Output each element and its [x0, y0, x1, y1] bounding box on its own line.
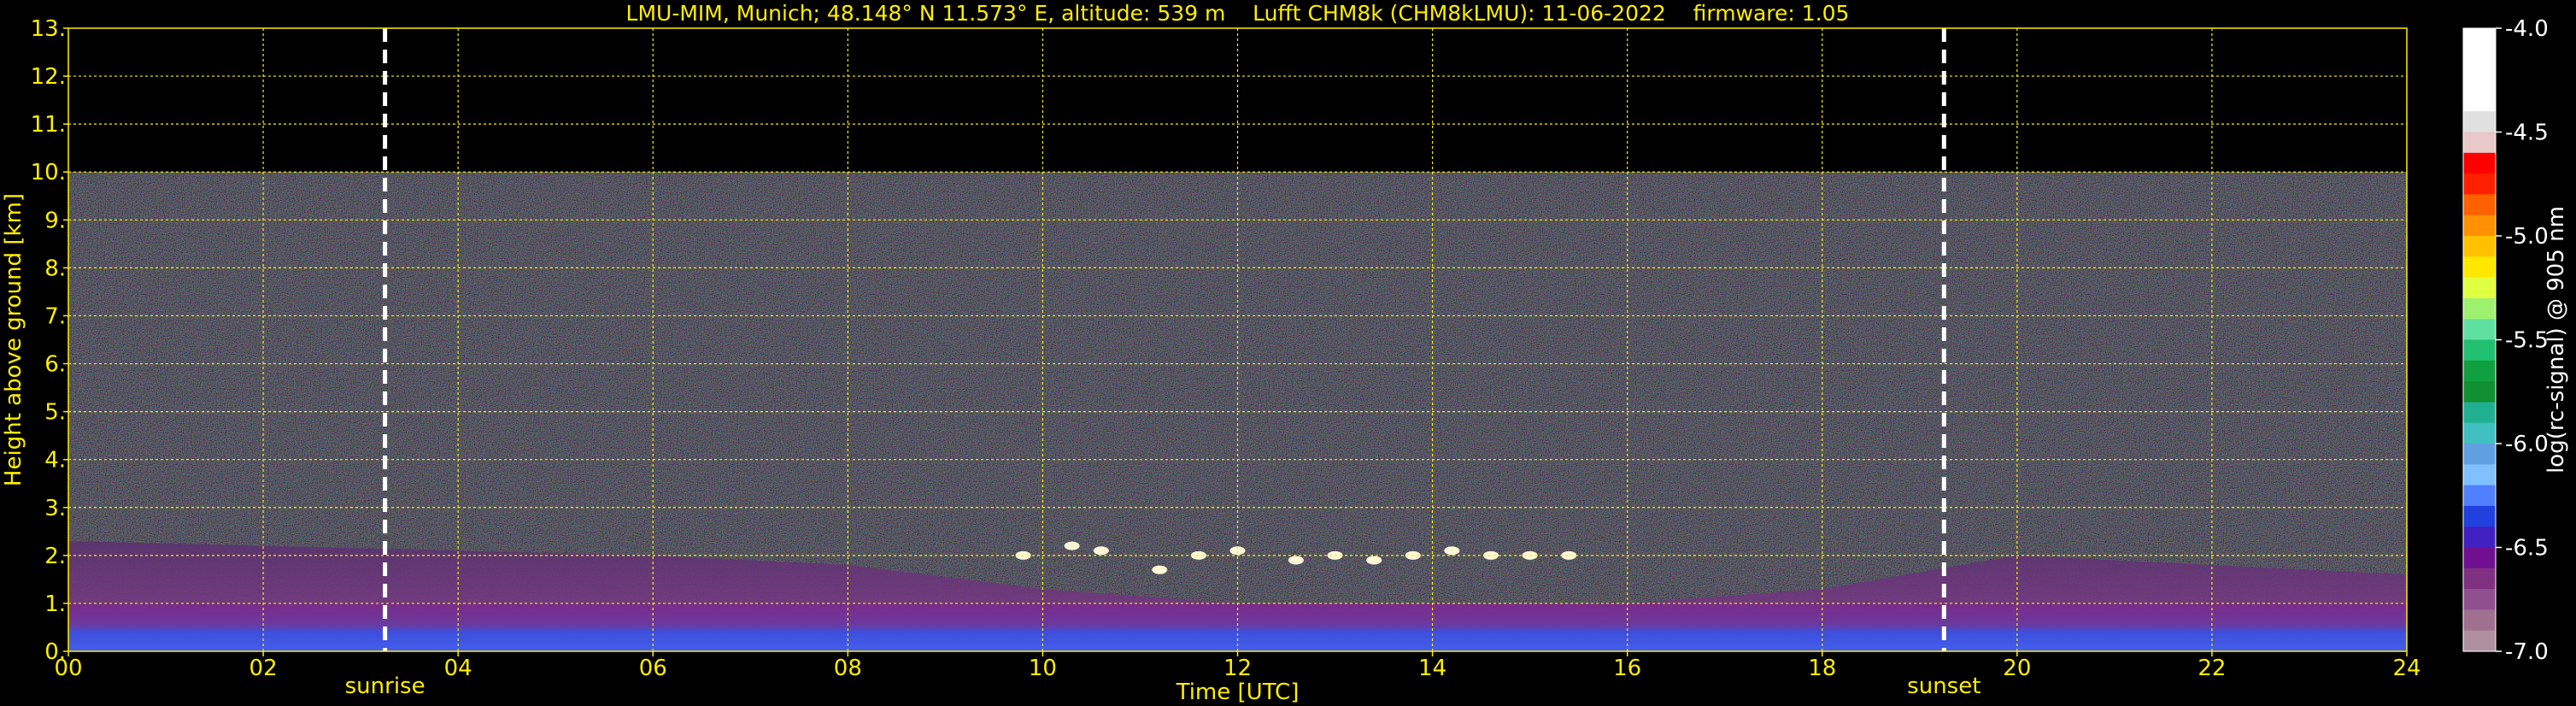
y-tick-label: 13.: [31, 16, 66, 42]
sunrise-label: sunrise: [345, 674, 425, 699]
colorbar-swatch: [2463, 360, 2496, 382]
colorbar-swatch: [2463, 174, 2496, 195]
y-tick-label: 9.: [44, 208, 66, 233]
colorbar-swatch: [2463, 464, 2496, 486]
y-tick-label: 12.: [31, 64, 66, 90]
colorbar-swatch: [2463, 319, 2496, 341]
colorbar-swatch: [2463, 111, 2496, 133]
x-tick-label: 24: [2392, 656, 2421, 681]
colorbar-swatch: [2463, 589, 2496, 610]
colorbar-tick-label: -4.5: [2505, 121, 2549, 146]
cloud-point: [1561, 550, 1577, 560]
plot-area: sunrise sunset: [67, 27, 2408, 699]
y-tick-label: 3.: [44, 496, 66, 521]
ceilometer-chart: sunrise sunset 00 02 04 06 08 10 12 14 16 18 20 22 24…: [1, 1, 2569, 705]
colorbar-swatch: [2463, 90, 2496, 112]
cloud-point: [1093, 546, 1109, 556]
y-axis-ticks: 0. 1. 2. 3. 4. 5. 6. 7. 8. 9. 10. 11. 12. 13.: [31, 16, 68, 665]
colorbar-swatch: [2463, 215, 2496, 237]
colorbar-swatch: [2463, 381, 2496, 403]
cloud-point: [1288, 556, 1304, 565]
y-tick-label: 0.: [44, 639, 66, 665]
colorbar-swatch: [2463, 527, 2496, 549]
x-tick-label: 06: [639, 656, 667, 681]
y-tick-label: 2.: [44, 544, 66, 569]
y-tick-label: 5.: [44, 400, 66, 426]
colorbar-swatch: [2463, 444, 2496, 465]
cloud-point: [1064, 541, 1080, 550]
x-tick-label: 04: [444, 656, 472, 681]
colorbar-swatch: [2463, 132, 2496, 154]
colorbar-tick-label: -4.0: [2505, 16, 2549, 42]
colorbar-swatch: [2463, 297, 2496, 320]
colorbar-swatch: [2463, 402, 2496, 424]
x-tick-label: 08: [834, 656, 862, 681]
colorbar-swatch: [2463, 505, 2496, 527]
y-tick-label: 8.: [44, 256, 66, 281]
colorbar-swatch: [2463, 194, 2496, 216]
x-tick-label: 20: [2003, 656, 2031, 681]
x-tick-label: 16: [1613, 656, 1641, 681]
colorbar-swatch: [2463, 630, 2496, 652]
colorbar-label: log(rc-signal) @ 905 nm: [2544, 206, 2569, 474]
colorbar-swatch: [2463, 547, 2496, 569]
x-axis-label: Time [UTC]: [1176, 680, 1300, 705]
y-axis-label: Height above ground [km]: [1, 193, 26, 486]
y-tick-label: 6.: [44, 352, 66, 378]
x-tick-label: 18: [1808, 656, 1836, 681]
colorbar-swatch: [2463, 256, 2496, 279]
colorbar-swatch: [2463, 69, 2496, 91]
y-tick-label: 11.: [31, 112, 66, 138]
colorbar-swatch: [2463, 339, 2496, 362]
colorbar-swatch: [2463, 49, 2496, 71]
x-tick-label: 02: [249, 656, 278, 681]
x-tick-label: 14: [1418, 656, 1446, 681]
x-tick-label: 12: [1223, 656, 1252, 681]
colorbar-swatches: [2463, 28, 2496, 652]
cloud-point: [1366, 556, 1382, 565]
x-tick-label: 22: [2198, 656, 2226, 681]
colorbar-swatch: [2463, 568, 2496, 590]
colorbar-swatch: [2463, 277, 2496, 299]
colorbar-tick-label: -6.5: [2505, 536, 2549, 562]
chart-title: LMU-MIM, Munich; 48.148° N 11.573° E, al…: [626, 1, 1850, 26]
colorbar-tick-label: -5.0: [2505, 224, 2549, 250]
y-tick-label: 7.: [44, 303, 66, 329]
y-tick-label: 4.: [44, 448, 66, 474]
colorbar: -4.0 -4.5 -5.0 -5.5 -6.0 -6.5 -7.0 log(rc-sign…: [2462, 16, 2569, 665]
colorbar-swatch: [2463, 152, 2496, 174]
colorbar-swatch: [2463, 422, 2496, 444]
y-tick-label: 10.: [31, 160, 66, 185]
cloud-point: [1152, 565, 1168, 574]
colorbar-tick-label: -7.0: [2505, 639, 2549, 665]
colorbar-swatch: [2463, 485, 2496, 507]
colorbar-swatch: [2463, 236, 2496, 257]
cloud-point: [1444, 546, 1460, 556]
colorbar-swatch: [2463, 28, 2496, 50]
y-tick-label: 1.: [44, 591, 66, 617]
colorbar-tick-label: -6.0: [2505, 432, 2549, 457]
colorbar-swatch: [2463, 609, 2496, 632]
sunset-label: sunset: [1907, 674, 1980, 699]
colorbar-ticks: -4.0 -4.5 -5.0 -5.5 -6.0 -6.5 -7.0: [2496, 16, 2549, 665]
colorbar-tick-label: -5.5: [2505, 328, 2549, 354]
x-tick-label: 10: [1029, 656, 1057, 681]
